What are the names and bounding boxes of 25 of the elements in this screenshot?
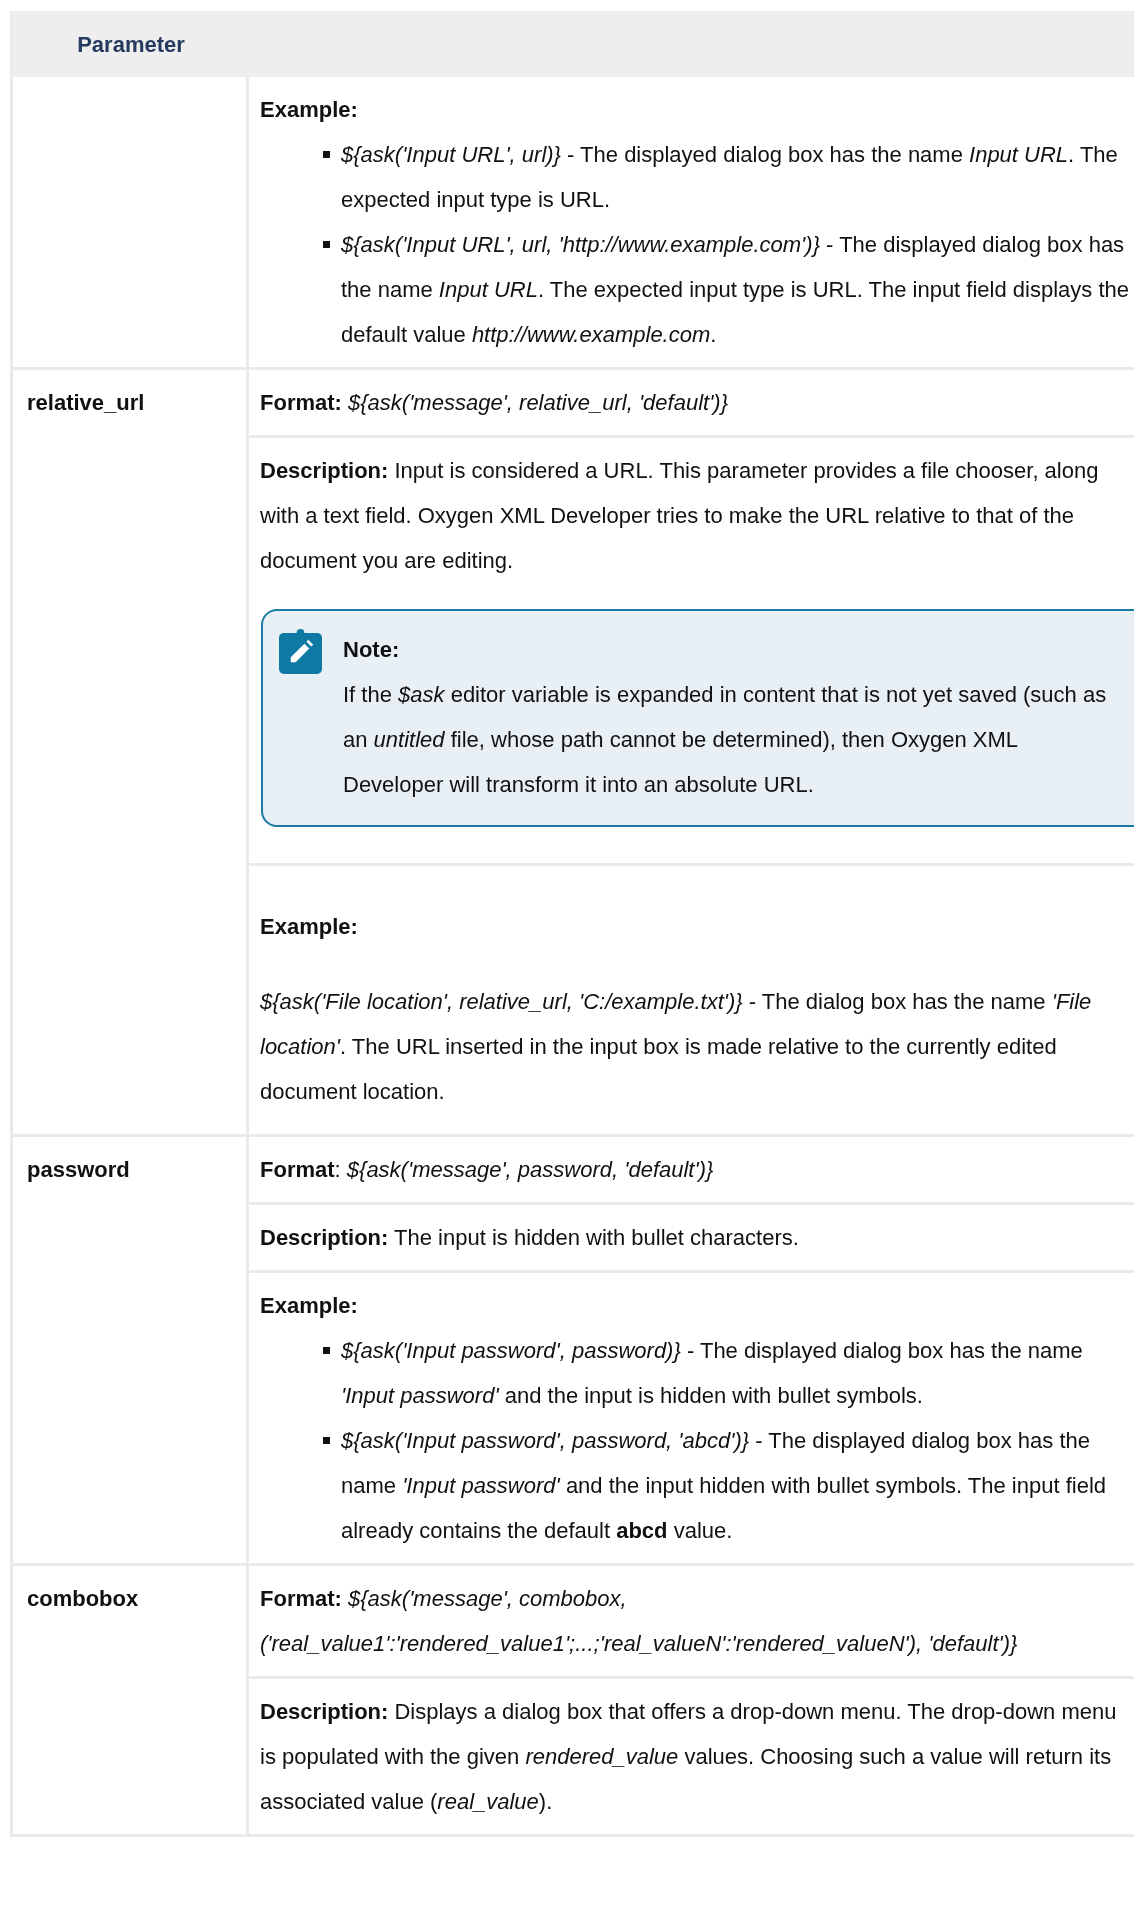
column-header: Parameter [77, 30, 185, 59]
parameter-name: combobox [27, 1586, 139, 1611]
clipboard-pencil-icon [279, 629, 322, 674]
paragraph-text: Description: Displays a dialog box that offers a drop-down menu. The drop-down menu is populated with the given rendered_value values. Choosing such a value will return its associated value (real_value). [260, 1698, 1118, 1816]
parameter-name: relative_url [27, 390, 145, 415]
example-item: ${ask('Input password', password)} - The displayed dialog box has the name 'Input password' and the input is hidden with bullet symbols. [341, 1337, 1084, 1410]
paragraph-text: Description: Input is considered a URL. This parameter provides a file chooser, along with a text field. Oxygen XML Developer tries to make the URL relative to that of the document you are editing. [260, 457, 1100, 575]
example-label: Example: [260, 1292, 359, 1320]
paragraph-text: Format: ${ask('message', password, 'default')} [260, 1156, 715, 1184]
note-text: If the $ask editor variable is expanded in content that is not yet saved (such as an untitled file, whose path cannot be determined), then Oxygen XML Developer will transform it into an absolute URL. [343, 681, 1108, 799]
parameter-name: password [27, 1157, 130, 1182]
paragraph-text: Format: ${ask('message', relative_url, 'default')} [260, 389, 729, 417]
paragraph-text: Format: ${ask('message', combobox, ('real_value1':'rendered_value1';...;'real_valueN':'rendered_valueN'), 'default')} [260, 1585, 1019, 1658]
paragraph-text: Description: The input is hidden with bullet characters. [260, 1224, 800, 1252]
example-item: ${ask('Input URL', url, 'http://www.example.com')} - The displayed dialog box has the name Input URL. The expected input type is URL. The input field displays the default value http://www.example.com. [341, 231, 1130, 349]
example-item: ${ask('Input password', password, 'abcd')} - The displayed dialog box has the name 'Input password' and the input hidden with bullet symbols. The input field already contains the default abcd value. [341, 1427, 1108, 1545]
example-label: Example: [260, 913, 359, 941]
bullet-icon [323, 1347, 330, 1354]
example-label: Example: [260, 96, 359, 124]
example-text: ${ask('File location', relative_url, 'C:/example.txt')} - The dialog box has the name 'File location'. The URL inserted in the input box is made relative to the currently edited document location. [260, 988, 1093, 1106]
example-item: ${ask('Input URL', url)} - The displayed dialog box has the name Input URL. The expected input type is URL. [341, 141, 1119, 214]
bullet-icon [323, 241, 330, 248]
note-title: Note: [343, 636, 401, 664]
bullet-icon [323, 151, 330, 158]
bullet-icon [323, 1437, 330, 1444]
